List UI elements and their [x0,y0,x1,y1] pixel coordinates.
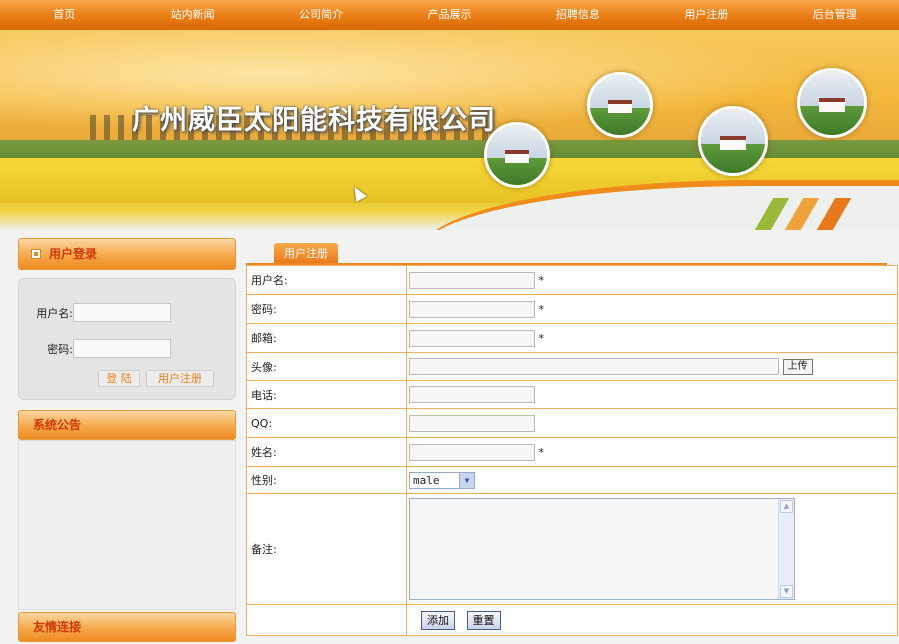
form-row-username: 用户名: * [246,265,898,295]
login-username-row: 用户名: [27,303,171,322]
nav-item-products[interactable]: 产品展示 [385,0,513,30]
actions-empty-cell [246,604,407,636]
form-row-name: 姓名: * [246,437,898,467]
phone-input[interactable] [409,386,535,403]
remark-label: 备注: [246,493,407,605]
form-row-qq: QQ: [246,408,898,438]
form-row-gender: 性别: male ▼ [246,466,898,494]
password-required-mark: * [538,302,545,316]
notice-panel-title: 系统公告 [18,410,236,440]
avatar-label: 头像: [246,352,407,381]
qq-cell [406,408,898,438]
notice-panel-body [18,440,236,610]
username-cell: * [406,265,898,295]
login-box-icon [31,249,41,259]
chevron-down-icon[interactable]: ▼ [459,472,474,488]
username-input[interactable] [409,271,535,289]
nav-item-about[interactable]: 公司简介 [257,0,385,30]
reset-button[interactable]: 重置 [466,610,501,630]
form-row-actions: 添加 重置 [246,604,898,636]
login-form: 用户名: 密码: 登 陆 用户注册 [18,278,236,400]
register-form-table: 用户名: * 密码: * 邮箱: * 头像: 上传 电话: QQ: 姓名: * … [246,265,898,636]
name-label: 姓名: [246,437,407,467]
username-required-mark: * [538,273,545,287]
email-label: 邮箱: [246,323,407,353]
login-title-text: 用户登录 [49,247,98,261]
avatar-file-input[interactable] [409,358,779,375]
login-username-label: 用户名: [36,306,73,320]
banner-photo-1 [484,122,550,188]
qq-label: QQ: [246,408,407,438]
email-input[interactable] [409,329,535,347]
tab-user-register[interactable]: 用户注册 [274,243,338,264]
gender-cell: male ▼ [406,466,898,494]
login-password-input[interactable] [73,339,171,358]
nav-item-register[interactable]: 用户注册 [642,0,770,30]
login-button[interactable]: 登 陆 [98,370,140,387]
scroll-down-icon[interactable]: ▼ [780,585,793,598]
form-row-email: 邮箱: * [246,323,898,353]
left-sidebar: 用户登录 用户名: 密码: 登 陆 用户注册 系统公告 友情连接 [18,238,236,642]
banner-photo-4 [797,68,867,138]
gender-select-value: male [413,473,440,487]
login-username-input[interactable] [73,303,171,322]
login-password-row: 密码: [27,339,171,358]
phone-cell [406,380,898,409]
top-nav: 首页 站内新闻 公司简介 产品展示 招聘信息 用户注册 后台管理 [0,0,899,30]
phone-label: 电话: [246,380,407,409]
banner-photo-2 [587,72,653,138]
textarea-scrollbar[interactable]: ▲ ▼ [778,499,794,599]
qq-input[interactable] [409,414,535,432]
password-label: 密码: [246,294,407,324]
add-button[interactable]: 添加 [421,610,455,630]
actions-cell: 添加 重置 [406,604,898,636]
form-row-remark: 备注: ▲ ▼ [246,493,898,605]
header-banner: 广州威臣太阳能科技有限公司 [0,30,899,230]
password-cell: * [406,294,898,324]
gender-select[interactable]: male ▼ [409,471,475,489]
form-row-password: 密码: * [246,294,898,324]
banner-photo-3 [698,106,768,176]
links-panel-title: 友情连接 [18,612,236,642]
name-required-mark: * [538,445,545,459]
gender-label: 性别: [246,466,407,494]
form-row-avatar: 头像: 上传 [246,352,898,381]
name-cell: * [406,437,898,467]
nav-item-admin[interactable]: 后台管理 [771,0,899,30]
password-input[interactable] [409,300,535,318]
nav-item-home[interactable]: 首页 [0,0,128,30]
nav-item-jobs[interactable]: 招聘信息 [514,0,642,30]
username-label: 用户名: [246,265,407,295]
login-register-button[interactable]: 用户注册 [146,370,214,387]
form-row-phone: 电话: [246,380,898,409]
name-input[interactable] [409,443,535,461]
nav-item-news[interactable]: 站内新闻 [128,0,256,30]
remark-textarea[interactable]: ▲ ▼ [409,498,795,600]
login-password-label: 密码: [47,342,73,356]
scroll-up-icon[interactable]: ▲ [780,500,793,513]
company-name: 广州威臣太阳能科技有限公司 [132,105,496,136]
login-panel-title: 用户登录 [18,238,236,270]
remark-cell: ▲ ▼ [406,493,898,605]
avatar-cell: 上传 [406,352,898,381]
upload-button[interactable]: 上传 [782,358,813,375]
email-cell: * [406,323,898,353]
email-required-mark: * [538,331,545,345]
